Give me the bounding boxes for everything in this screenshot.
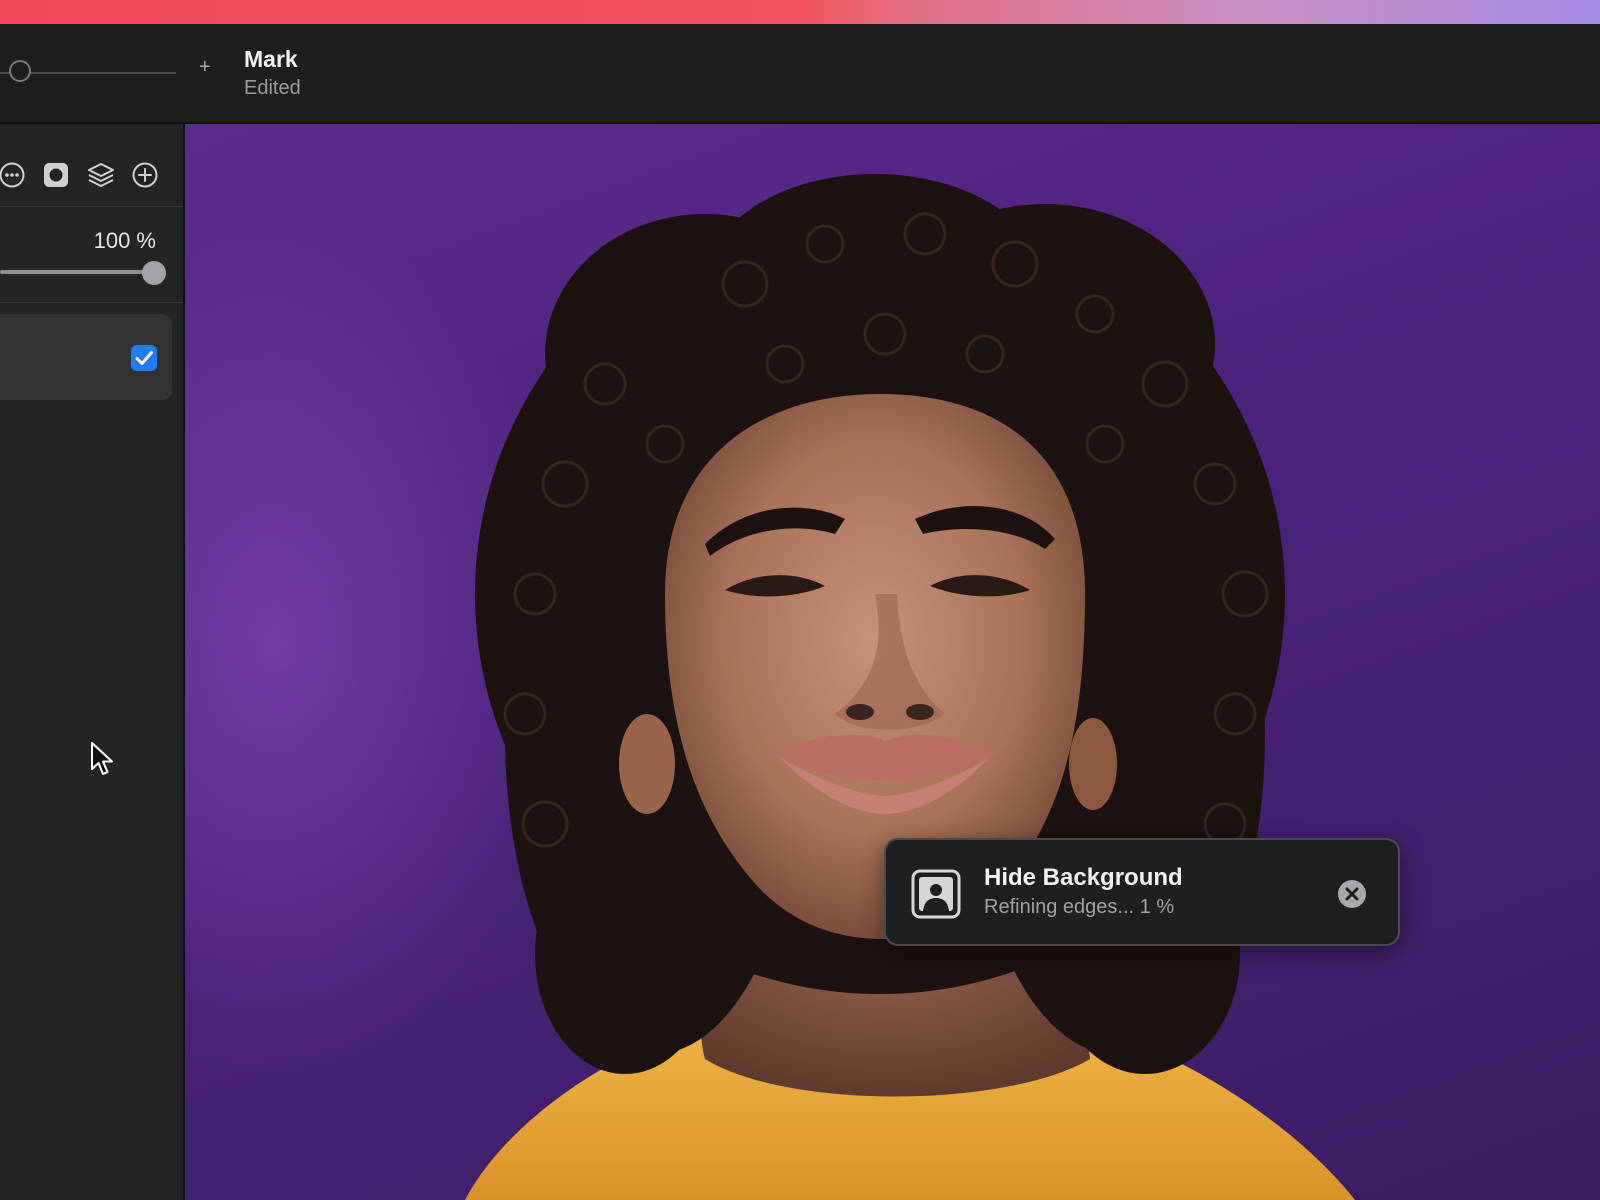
layer-visibility-checkbox[interactable] — [131, 345, 157, 371]
person-cutout-icon — [911, 869, 961, 919]
screen: + Mark Edited 100 % Hide Background Refi… — [0, 0, 1600, 1200]
desktop-wallpaper-strip — [0, 0, 1600, 24]
image-canvas[interactable]: Hide Background Refining edges... 1 % — [185, 124, 1600, 1200]
opacity-slider-track[interactable] — [0, 270, 150, 274]
divider — [0, 206, 183, 207]
zoom-slider-handle[interactable] — [9, 60, 31, 82]
layers-icon[interactable] — [86, 160, 116, 190]
toast-status: Refining edges... 1 % — [984, 896, 1175, 918]
mouse-pointer-icon — [91, 742, 113, 775]
layer-row[interactable] — [0, 314, 172, 400]
title-bar: + Mark Edited — [0, 24, 1600, 124]
document-title: Mark — [244, 46, 298, 72]
checkmark-icon — [135, 351, 153, 365]
opacity-slider-handle[interactable] — [142, 261, 166, 285]
add-icon[interactable] — [130, 160, 160, 190]
toast-title: Hide Background — [984, 864, 1183, 891]
layers-sidebar: 100 % — [0, 124, 185, 1200]
layer-toolbar — [0, 160, 185, 194]
close-button[interactable] — [1338, 880, 1366, 908]
portrait-photo — [465, 174, 1355, 1200]
close-icon — [1345, 887, 1359, 901]
more-options-icon[interactable] — [0, 160, 27, 190]
divider — [0, 302, 183, 303]
hide-background-toast: Hide Background Refining edges... 1 % — [884, 838, 1400, 946]
opacity-value: 100 % — [93, 228, 156, 253]
zoom-in-button[interactable]: + — [199, 57, 211, 77]
mask-icon[interactable] — [41, 160, 71, 190]
document-status: Edited — [244, 77, 301, 99]
